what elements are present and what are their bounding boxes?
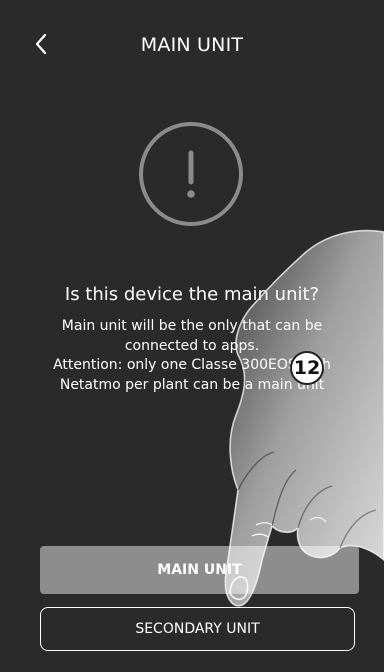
app-header: MAIN UNIT (0, 0, 384, 95)
page-title: MAIN UNIT (140, 34, 244, 56)
main-unit-button-label: MAIN UNIT (157, 562, 242, 578)
step-number-badge: 12 (290, 351, 324, 385)
info-message: Main unit will be the only that can be c… (20, 317, 364, 356)
secondary-unit-button-label: SECONDARY UNIT (135, 621, 260, 637)
secondary-unit-button[interactable]: SECONDARY UNIT (40, 607, 355, 651)
exclamation-circle-icon (139, 122, 243, 226)
info-line: Main unit will be the only that can be (61, 318, 323, 334)
main-unit-button[interactable]: MAIN UNIT (40, 546, 359, 594)
question-heading: Is this device the main unit? (64, 284, 320, 305)
